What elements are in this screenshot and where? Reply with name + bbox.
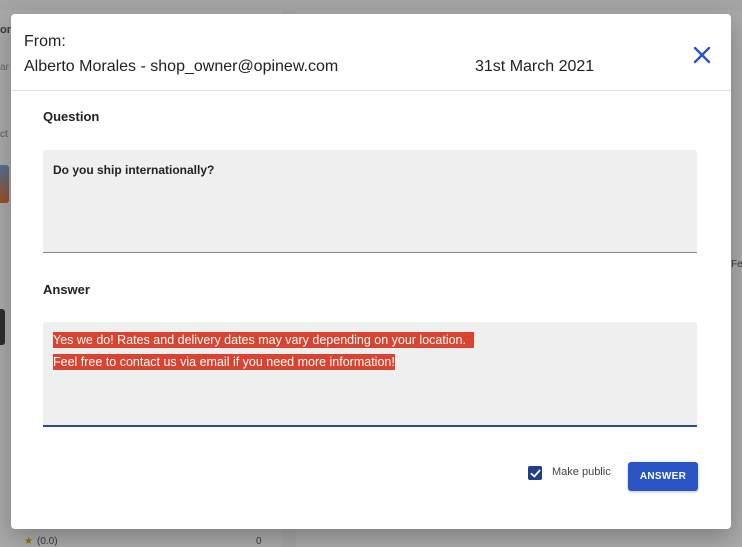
answer-line: Feel free to contact us via email if you… — [53, 354, 395, 370]
answer-line: Yes we do! Rates and delivery dates may … — [53, 332, 474, 348]
close-button[interactable] — [689, 42, 715, 68]
question-label: Question — [43, 109, 100, 124]
answer-button[interactable]: ANSWER — [628, 462, 698, 491]
dialog-header: From: Alberto Morales - shop_owner@opine… — [11, 14, 731, 91]
make-public-option[interactable]: Make public — [528, 466, 611, 480]
make-public-checkbox[interactable] — [528, 466, 542, 480]
close-icon — [693, 46, 711, 64]
answer-textarea[interactable]: Yes we do! Rates and delivery dates may … — [43, 322, 697, 427]
question-text: Do you ship internationally? — [53, 163, 215, 177]
checkmark-icon — [530, 469, 540, 477]
from-label: From: — [24, 33, 66, 50]
question-answer-dialog: From: Alberto Morales - shop_owner@opine… — [11, 14, 731, 529]
question-field[interactable]: Do you ship internationally? — [43, 150, 697, 253]
answer-label: Answer — [43, 282, 90, 297]
from-value: Alberto Morales - shop_owner@opinew.com — [24, 58, 339, 75]
question-date: 31st March 2021 — [475, 58, 595, 75]
make-public-label: Make public — [552, 466, 611, 478]
